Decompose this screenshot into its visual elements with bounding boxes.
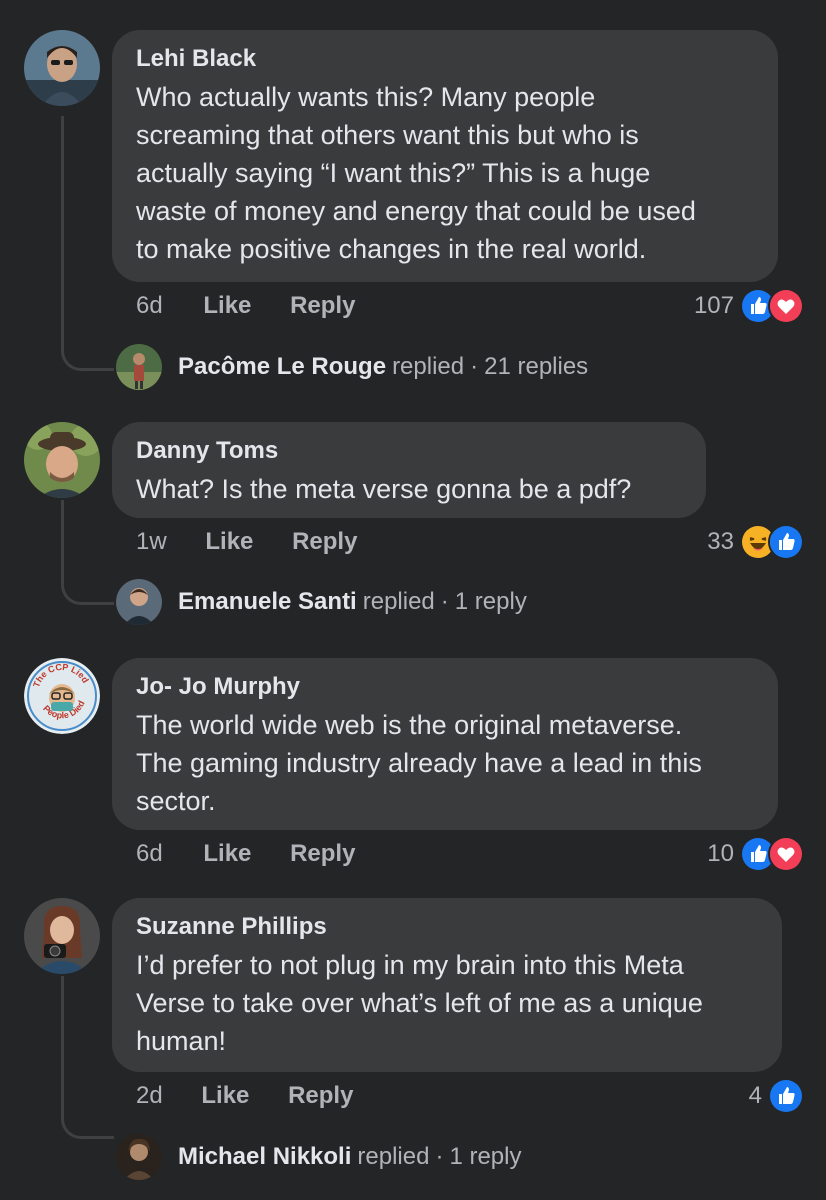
reaction-count: 107 [693,292,734,319]
reply-verb: replied [357,1143,430,1170]
reply-button[interactable]: Reply [292,524,357,560]
view-replies-link[interactable]: Michael Nikkoli replied · 1 reply [116,1133,521,1181]
like-button[interactable]: Like [201,1078,249,1114]
avatar [116,1134,162,1180]
view-replies-link[interactable]: Pacôme Le Rouge replied · 21 replies [116,343,588,391]
comment-author[interactable]: Lehi Black [136,44,754,74]
separator-dot: · [435,1143,444,1170]
avatar [116,579,162,625]
separator-dot: · [470,353,479,380]
reply-count[interactable]: 21 replies [484,353,588,381]
reply-count[interactable]: 1 reply [455,588,527,616]
reply-button[interactable]: Reply [288,1078,353,1114]
like-button[interactable]: Like [205,524,253,560]
avatar [116,344,162,390]
comment-author[interactable]: Jo- Jo Murphy [136,672,754,702]
comment-text-line: What? Is the meta verse gonna be a pdf? [136,474,632,504]
like-icon [768,524,804,560]
reaction-summary[interactable]: 4 [749,1078,804,1114]
avatar[interactable] [24,422,100,498]
comments-feed: Lehi Black Who actually wants this? Many… [0,0,826,1200]
avatar[interactable]: The CCP Lied People Died [24,658,100,734]
like-button[interactable]: Like [203,836,251,872]
comment-text-line: waste of money and energy that could be … [136,196,696,226]
love-icon [768,288,804,324]
comment-author[interactable]: Danny Toms [136,436,682,466]
comment-bubble: Lehi Black Who actually wants this? Many… [112,30,778,282]
comment-timestamp[interactable]: 2d [136,1078,163,1114]
reply-author[interactable]: Pacôme Le Rouge [178,353,386,381]
love-icon [768,836,804,872]
reaction-summary[interactable]: 33 [707,524,804,560]
comment-bubble: Jo- Jo Murphy The world wide web is the … [112,658,778,830]
thread-connector [61,500,114,605]
reply-verb: replied [362,588,435,615]
comment-timestamp[interactable]: 6d [136,288,163,324]
like-icon [768,1078,804,1114]
comment-text-line: actually saying “I want this?” This is a… [136,158,651,188]
comment-text-line: The gaming industry already have a lead … [136,748,702,778]
reply-author[interactable]: Michael Nikkoli [178,1143,351,1171]
thread-connector [61,976,114,1139]
reply-count[interactable]: 1 reply [449,1143,521,1171]
reaction-count: 4 [748,1082,762,1109]
comment-text-line: human! [136,1026,227,1056]
reply-button[interactable]: Reply [290,836,355,872]
comment-text-line: sector. [136,786,216,816]
comment-actions: 1w Like Reply [136,524,389,560]
comment-bubble: Danny Toms What? Is the meta verse gonna… [112,422,706,518]
view-replies-link[interactable]: Emanuele Santi replied · 1 reply [116,578,527,626]
thread-connector [61,116,114,371]
reply-verb: replied [392,353,465,380]
avatar[interactable] [24,30,100,106]
reaction-count: 33 [707,528,734,555]
reaction-summary[interactable]: 10 [707,836,804,872]
reaction-summary[interactable]: 107 [694,288,804,324]
reply-button[interactable]: Reply [290,288,355,324]
comment-actions: 6d Like Reply [136,836,387,872]
reply-author[interactable]: Emanuele Santi [178,588,357,616]
comment-text-line: The world wide web is the original metav… [136,710,683,740]
comment-text-line: screaming that others want this but who … [136,120,639,150]
comment-author[interactable]: Suzanne Phillips [136,912,758,942]
comment-text-line: Who actually wants this? Many people [136,82,596,112]
comment-timestamp[interactable]: 1w [136,524,167,560]
separator-dot: · [440,588,449,615]
comment-text-line: to make positive changes in the real wor… [136,234,647,264]
reaction-count: 10 [707,840,734,867]
like-button[interactable]: Like [203,288,251,324]
comment-bubble: Suzanne Phillips I’d prefer to not plug … [112,898,782,1072]
avatar[interactable] [24,898,100,974]
comment-actions: 6d Like Reply [136,288,387,324]
comment-actions: 2d Like Reply [136,1078,385,1114]
comment-timestamp[interactable]: 6d [136,836,163,872]
comment-text-line: I’d prefer to not plug in my brain into … [136,950,684,980]
comment-text-line: Verse to take over what’s left of me as … [136,988,703,1018]
